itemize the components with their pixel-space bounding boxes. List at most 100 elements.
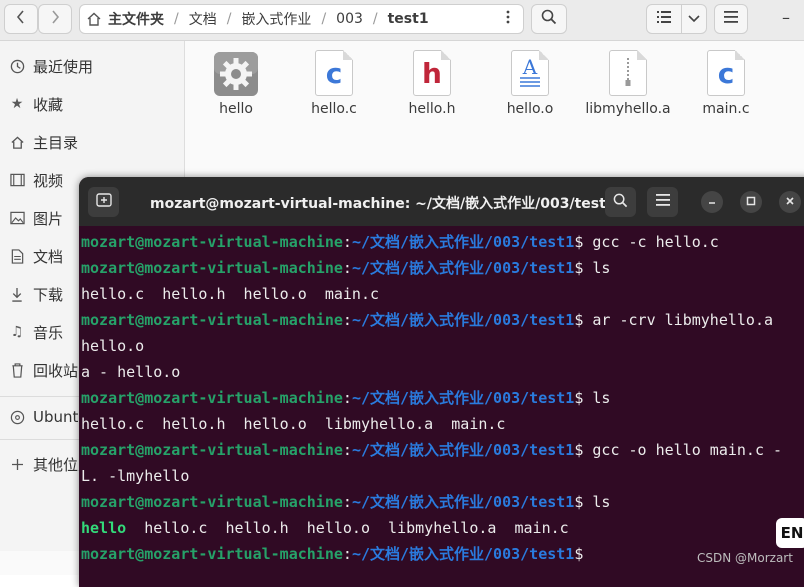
watermark: CSDN @Morzart — [697, 551, 793, 565]
sidebar-item-starred[interactable]: ★ 收藏 — [0, 86, 184, 122]
c-source-file-icon: c — [707, 50, 745, 96]
sidebar-item-label: 收藏 — [33, 95, 64, 114]
file-item-main-c[interactable]: c main.c — [680, 50, 772, 118]
home-icon — [9, 135, 25, 150]
executable-entry: hello — [81, 519, 127, 537]
breadcrumb-documents[interactable]: 文档 — [189, 9, 217, 29]
terminal-output-line: hello.c hello.h hello.o main.c — [79, 281, 804, 307]
file-name: hello.h — [408, 101, 456, 117]
prompt-command: $ ls — [574, 493, 611, 511]
file-name: hello.o — [506, 101, 554, 117]
sidebar-item-label: 文档 — [33, 247, 64, 266]
list-view-icon — [657, 11, 671, 27]
file-item-hello-h[interactable]: h hello.h — [386, 50, 478, 118]
trash-icon — [9, 362, 25, 378]
sidebar-item-label: 回收站 — [33, 361, 79, 380]
terminal-maximize-button[interactable] — [740, 191, 762, 213]
terminal-prompt-line: mozart@mozart-virtual-machine:~/文档/嵌入式作业… — [79, 437, 804, 463]
search-icon — [541, 9, 557, 29]
minimize-button[interactable]: – — [782, 8, 790, 27]
film-icon — [9, 173, 25, 187]
music-icon: ♫ — [10, 324, 24, 340]
prompt-command: $ gcc -o hello main.c - — [574, 441, 783, 459]
vertical-dots-icon — [506, 10, 510, 28]
sidebar-item-recent[interactable]: 最近使用 — [0, 48, 184, 84]
sidebar-item-label: 主目录 — [33, 133, 79, 152]
prompt-command: $ ls — [574, 259, 611, 277]
search-button[interactable] — [531, 4, 567, 34]
sidebar-item-home[interactable]: 主目录 — [0, 124, 184, 160]
new-tab-icon — [95, 193, 112, 211]
file-item-hello-o[interactable]: A hello.o — [484, 50, 576, 118]
disc-icon — [9, 410, 25, 425]
hamburger-icon — [724, 11, 738, 27]
file-name: hello.c — [311, 101, 357, 117]
prompt-path: ~/文档/嵌入式作业/003/test1 — [351, 311, 575, 329]
new-tab-button[interactable] — [88, 187, 119, 217]
terminal-title: mozart@mozart-virtual-machine: ~/文档/嵌入式作… — [150, 196, 616, 212]
terminal-window[interactable]: mozart@mozart-virtual-machine: ~/文档/嵌入式作… — [79, 177, 804, 587]
chevron-down-icon — [688, 11, 700, 27]
output-text: hello.o — [81, 337, 145, 355]
file-item-hello-c[interactable]: c hello.c — [288, 50, 380, 118]
input-method-indicator[interactable]: EN — [776, 518, 804, 548]
maximize-icon — [746, 195, 756, 209]
chevron-left-icon — [16, 10, 26, 28]
sidebar-item-label: 图片 — [33, 209, 64, 228]
terminal-minimize-button[interactable] — [701, 191, 723, 213]
terminal-prompt-line: mozart@mozart-virtual-machine:~/文档/嵌入式作业… — [79, 385, 804, 411]
prompt-colon: : — [342, 233, 352, 251]
back-button[interactable] — [4, 4, 38, 34]
prompt-path: ~/文档/嵌入式作业/003/test1 — [351, 545, 575, 563]
terminal-menu-button[interactable] — [647, 187, 678, 217]
image-icon — [9, 211, 25, 225]
download-icon — [9, 287, 25, 302]
file-item-libmyhello-a[interactable]: libmyhello.a — [582, 50, 674, 118]
path-menu-button[interactable] — [492, 4, 524, 34]
terminal-prompt-line: mozart@mozart-virtual-machine:~/文档/嵌入式作业… — [79, 255, 804, 281]
view-options-button[interactable] — [681, 4, 707, 34]
prompt-command: $ ls — [574, 389, 611, 407]
prompt-colon: : — [342, 389, 352, 407]
chevron-right-icon — [50, 10, 60, 28]
terminal-titlebar[interactable]: mozart@mozart-virtual-machine: ~/文档/嵌入式作… — [79, 177, 804, 226]
main-menu-button[interactable] — [714, 4, 748, 34]
sidebar-item-label: 最近使用 — [33, 57, 94, 76]
search-icon — [613, 193, 628, 212]
prompt-colon: : — [342, 441, 352, 459]
close-icon — [785, 195, 795, 209]
output-text: a - hello.o — [81, 363, 181, 381]
archive-zip-icon — [609, 50, 647, 96]
prompt-path: ~/文档/嵌入式作业/003/test1 — [351, 441, 575, 459]
prompt-command: $ — [574, 545, 584, 563]
view-list-button[interactable] — [646, 4, 682, 34]
terminal-output-line: hello.c hello.h hello.o libmyhello.a mai… — [79, 411, 804, 437]
path-bar[interactable]: 主文件夹 / 文档 / 嵌入式作业 / 003 / test1 — [79, 4, 524, 34]
star-icon: ★ — [10, 96, 24, 112]
prompt-user-host: mozart@mozart-virtual-machine — [81, 311, 343, 329]
breadcrumb-test1[interactable]: test1 — [388, 11, 429, 27]
prompt-user-host: mozart@mozart-virtual-machine — [81, 441, 343, 459]
prompt-colon: : — [342, 259, 352, 277]
sidebar-item-label: 视频 — [33, 171, 64, 190]
breadcrumb-003[interactable]: 003 — [336, 11, 363, 27]
terminal-search-button[interactable] — [605, 187, 636, 217]
sidebar-item-label: 音乐 — [33, 323, 64, 342]
forward-button[interactable] — [38, 4, 72, 34]
c-source-file-icon: c — [315, 50, 353, 96]
prompt-user-host: mozart@mozart-virtual-machine — [81, 233, 343, 251]
prompt-user-host: mozart@mozart-virtual-machine — [81, 545, 343, 563]
header-bar: 主文件夹 / 文档 / 嵌入式作业 / 003 / test1 – — [0, 0, 804, 41]
terminal-output[interactable]: mozart@mozart-virtual-machine:~/文档/嵌入式作业… — [79, 229, 804, 567]
breadcrumb-homework[interactable]: 嵌入式作业 — [241, 9, 311, 29]
breadcrumb-home[interactable]: 主文件夹 — [108, 9, 164, 29]
file-item-hello[interactable]: hello — [190, 50, 282, 118]
terminal-close-button[interactable] — [779, 191, 801, 213]
terminal-output-line: hello hello.c hello.h hello.o libmyhello… — [79, 515, 804, 541]
terminal-output-line: a - hello.o — [79, 359, 804, 385]
prompt-colon: : — [342, 311, 352, 329]
home-icon — [86, 11, 102, 27]
file-name: libmyhello.a — [585, 101, 671, 117]
c-header-file-icon: h — [413, 50, 451, 96]
terminal-prompt-line: mozart@mozart-virtual-machine:~/文档/嵌入式作业… — [79, 229, 804, 255]
